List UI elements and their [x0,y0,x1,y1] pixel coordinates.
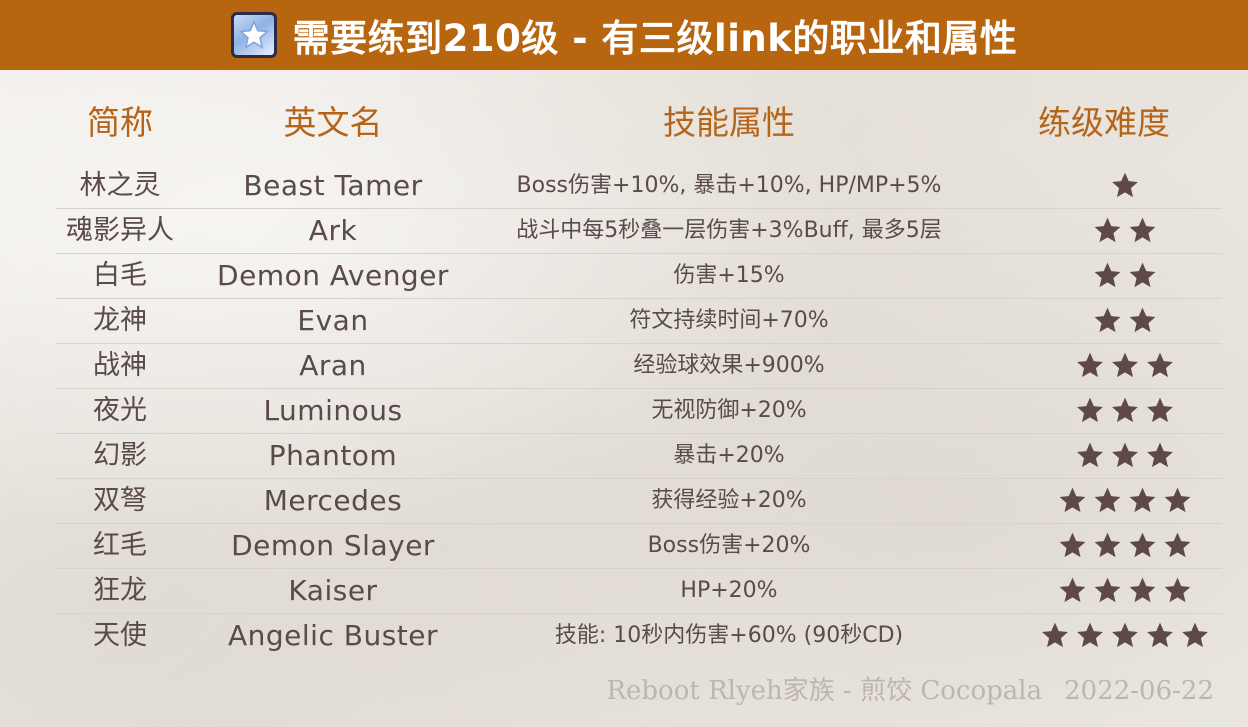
difficulty-stars [1040,613,1215,658]
table-row: 夜光 Luminous 无视防御+20% [56,388,1222,434]
table-row: 狂龙 Kaiser HP+20% [56,568,1222,614]
short-name-cell: 天使 [93,620,147,651]
credit-text: Reboot Rlyeh家族 - 煎饺 Cocopala [606,676,1043,706]
star-icon [1094,307,1121,333]
skill-cell: 获得经验+20% [651,488,807,513]
title-banner: 需要练到210级 - 有三级link的职业和属性 [0,0,1248,70]
star-icon [1059,487,1086,513]
english-name-cell: Kaiser [288,574,378,607]
difficulty-stars [1092,253,1162,298]
header-difficulty: 练级难度 [1038,103,1170,142]
short-name-cell: 幻影 [93,440,147,471]
english-name-cell: Aran [299,349,367,382]
difficulty-stars [1075,343,1180,388]
star-icon [1077,397,1103,423]
table-row: 双弩 Mercedes 获得经验+20% [56,478,1222,524]
star-icon [1059,532,1086,558]
star-icon [1129,307,1156,333]
star-icon [1094,577,1121,603]
difficulty-stars [1092,298,1162,343]
star-icon [1147,397,1173,423]
difficulty-stars [1075,388,1180,433]
header-skill: 技能属性 [663,103,795,142]
table-row: 红毛 Demon Slayer Boss伤害+20% [56,523,1222,569]
difficulty-stars [1092,208,1162,253]
short-name-cell: 红毛 [93,530,147,561]
skill-cell: Boss伤害+20% [647,533,811,558]
skill-cell: 经验球效果+900% [633,353,825,378]
star-icon [1077,352,1103,378]
short-name-cell: 龙神 [93,305,147,336]
page-title: 需要练到210级 - 有三级link的职业和属性 [292,17,1018,60]
star-icon [1147,352,1173,378]
english-name-cell: Mercedes [263,484,403,517]
short-name-cell: 夜光 [93,395,147,426]
skill-cell: 暴击+20% [673,443,785,468]
star-icon [1112,442,1138,468]
english-name-cell: Luminous [263,394,403,427]
star-badge-icon [230,12,277,58]
english-name-cell: Evan [297,304,369,337]
english-name-cell: Phantom [268,439,398,472]
table-row: 幻影 Phantom 暴击+20% [56,433,1222,479]
english-name-cell: Demon Slayer [231,529,435,562]
skill-cell: Boss伤害+10%, 暴击+10%, HP/MP+5% [516,173,942,198]
star-icon [1147,622,1173,648]
star-icon [1164,487,1191,513]
table-row: 林之灵 Beast Tamer Boss伤害+10%, 暴击+10%, HP/MP+… [56,163,1222,209]
english-name-cell: Beast Tamer [243,169,423,202]
table-row: 龙神 Evan 符文持续时间+70% [56,298,1222,344]
star-icon [1059,577,1086,603]
star-icon [1112,352,1138,378]
date-text: 2022-06-22 [1064,676,1214,706]
short-name-cell: 双弩 [93,485,147,516]
difficulty-stars [1057,478,1197,523]
footer-credit: Reboot Rlyeh家族 - 煎饺 Cocopala 2022-06-22 [606,670,1214,707]
skill-cell: 无视防御+20% [651,398,807,423]
table-row: 白毛 Demon Avenger 伤害+15% [56,253,1222,299]
star-icon [1129,262,1156,288]
star-icon [1077,442,1103,468]
short-name-cell: 狂龙 [93,575,147,606]
difficulty-stars [1057,523,1197,568]
star-icon [1182,622,1208,648]
star-icon [1094,262,1121,288]
star-icon [1094,532,1121,558]
star-icon [1147,442,1173,468]
short-name-cell: 林之灵 [79,170,161,201]
short-name-cell: 魂影异人 [66,215,174,246]
short-name-cell: 白毛 [93,260,147,291]
short-name-cell: 战神 [93,350,147,381]
skill-cell: 战斗中每5秒叠一层伤害+3%Buff, 最多5层 [516,218,942,243]
skill-cell: HP+20% [680,578,778,603]
skill-cell: 技能: 10秒内伤害+60% (90秒CD) [554,623,904,648]
star-icon [1129,487,1156,513]
star-icon [1129,217,1156,243]
star-icon [1164,577,1191,603]
star-icon [1042,622,1068,648]
star-icon [1164,532,1191,558]
star-icon [1129,577,1156,603]
difficulty-stars [1110,163,1145,208]
star-icon [1112,172,1138,198]
difficulty-stars [1057,568,1197,613]
star-icon [1094,217,1121,243]
skill-cell: 伤害+15% [673,263,785,288]
table-row: 天使 Angelic Buster 技能: 10秒内伤害+60% (90秒CD) [56,613,1222,658]
table-row: 魂影异人 Ark 战斗中每5秒叠一层伤害+3%Buff, 最多5层 [56,208,1222,254]
difficulty-stars [1075,433,1180,478]
star-icon [1077,622,1103,648]
english-name-cell: Demon Avenger [217,259,449,292]
table-row: 战神 Aran 经验球效果+900% [56,343,1222,389]
english-name-cell: Ark [308,214,358,247]
header-short-name: 简称 [87,103,153,142]
star-icon [1094,487,1121,513]
star-icon [1112,622,1138,648]
header-english-name: 英文名 [283,103,383,142]
star-icon [1129,532,1156,558]
star-icon [1112,397,1138,423]
skill-cell: 符文持续时间+70% [629,308,829,333]
english-name-cell: Angelic Buster [227,619,439,652]
